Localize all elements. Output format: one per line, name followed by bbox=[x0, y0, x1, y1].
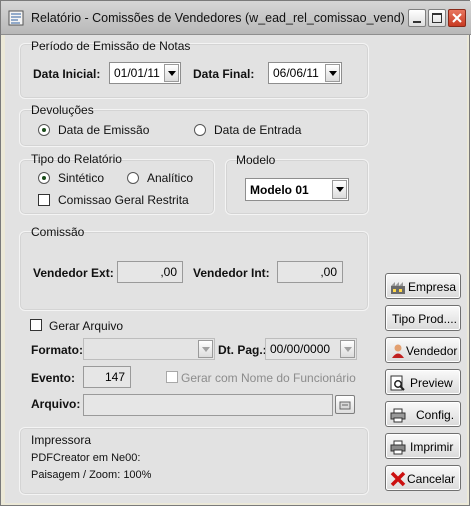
data-final-value: 06/06/11 bbox=[273, 66, 319, 80]
maximize-icon bbox=[432, 13, 442, 23]
impressora-heading: Impressora bbox=[31, 433, 92, 447]
printer-config-icon bbox=[390, 408, 406, 423]
printer-name: PDFCreator em Ne00: bbox=[31, 452, 141, 464]
comissao-heading: Comissão bbox=[31, 225, 85, 239]
red-x-icon bbox=[390, 471, 406, 487]
sintetico-label[interactable]: Sintético bbox=[58, 171, 104, 185]
radio-data-emissao[interactable] bbox=[38, 124, 50, 136]
browse-file-button[interactable] bbox=[335, 395, 355, 414]
minimize-icon bbox=[413, 21, 421, 23]
preview-label: Preview bbox=[410, 376, 453, 390]
devolucoes-heading: Devoluções bbox=[31, 103, 94, 117]
arquivo-label: Arquivo: bbox=[31, 397, 81, 411]
minimize-button[interactable] bbox=[408, 9, 426, 27]
evento-field[interactable]: 147 bbox=[83, 366, 131, 388]
radio-sintetico[interactable] bbox=[38, 172, 50, 184]
dt-pag-picker[interactable]: 00/00/0000 bbox=[265, 338, 357, 360]
vendedor-int-field[interactable]: ,00 bbox=[277, 261, 343, 283]
printer-icon bbox=[390, 440, 406, 455]
comissao-geral-label[interactable]: Comissao Geral Restrita bbox=[58, 193, 189, 207]
data-entrada-label[interactable]: Data de Entrada bbox=[214, 123, 301, 137]
imprimir-button[interactable]: Imprimir bbox=[385, 433, 461, 459]
periodo-heading: Período de Emissão de Notas bbox=[31, 39, 191, 53]
maximize-button[interactable] bbox=[428, 9, 446, 27]
formato-label: Formato: bbox=[31, 343, 83, 357]
close-button[interactable] bbox=[448, 9, 466, 27]
formato-select[interactable] bbox=[83, 338, 215, 360]
gerar-nome-checkbox[interactable] bbox=[166, 371, 178, 383]
arquivo-path-field[interactable] bbox=[83, 394, 333, 416]
vendedor-button[interactable]: Vendedor bbox=[385, 337, 461, 363]
data-inicial-value: 01/01/11 bbox=[114, 66, 160, 80]
vendedor-label: Vendedor bbox=[406, 344, 458, 358]
vendedor-ext-label: Vendedor Ext: bbox=[33, 266, 114, 280]
tipo-prod-button[interactable]: Tipo Prod.... bbox=[385, 305, 461, 331]
factory-icon bbox=[391, 282, 405, 294]
data-final-label: Data Final: bbox=[193, 67, 255, 81]
modelo-value: Modelo 01 bbox=[250, 183, 309, 197]
chevron-down-icon[interactable] bbox=[164, 64, 179, 82]
preview-button[interactable]: Preview bbox=[385, 369, 461, 395]
close-icon bbox=[452, 13, 462, 23]
data-inicial-picker[interactable]: 01/01/11 bbox=[109, 62, 181, 84]
vendedor-ext-field[interactable]: ,00 bbox=[117, 261, 183, 283]
analitico-label[interactable]: Analítico bbox=[147, 171, 193, 185]
chevron-down-icon[interactable] bbox=[198, 340, 213, 358]
dt-pag-label: Dt. Pag.: bbox=[218, 343, 267, 357]
window-title: Relatório - Comissões de Vendedores (w_e… bbox=[31, 11, 405, 25]
data-final-picker[interactable]: 06/06/11 bbox=[268, 62, 342, 84]
report-icon bbox=[8, 10, 24, 26]
chevron-down-icon[interactable] bbox=[325, 64, 340, 82]
imprimir-label: Imprimir bbox=[410, 440, 454, 454]
gerar-nome-label[interactable]: Gerar com Nome do Funcionário bbox=[181, 371, 356, 385]
config-label: Config. bbox=[416, 408, 455, 422]
modelo-select[interactable]: Modelo 01 bbox=[245, 178, 349, 201]
config-button[interactable]: Config. bbox=[385, 401, 461, 427]
empresa-button[interactable]: Empresa bbox=[385, 273, 461, 299]
dt-pag-value: 00/00/0000 bbox=[270, 342, 331, 356]
paisagem-zoom: Paisagem / Zoom: 100% bbox=[31, 469, 152, 481]
empresa-label: Empresa bbox=[408, 280, 457, 294]
folder-icon bbox=[339, 401, 351, 410]
report-window: Relatório - Comissões de Vendedores (w_e… bbox=[0, 0, 471, 506]
chevron-down-icon[interactable] bbox=[332, 180, 347, 199]
vendedor-int-label: Vendedor Int: bbox=[193, 266, 270, 280]
cancelar-button[interactable]: Cancelar bbox=[385, 465, 461, 491]
person-icon bbox=[392, 344, 404, 358]
dialog-body: Período de Emissão de Notas Data Inicial… bbox=[5, 35, 467, 503]
cancelar-label: Cancelar bbox=[407, 472, 456, 486]
evento-label: Evento: bbox=[31, 371, 76, 385]
gerar-arquivo-label[interactable]: Gerar Arquivo bbox=[49, 319, 123, 333]
chevron-down-icon[interactable] bbox=[340, 340, 355, 358]
tipo-relatorio-heading: Tipo do Relatório bbox=[31, 152, 122, 166]
data-emissao-label[interactable]: Data de Emissão bbox=[58, 123, 149, 137]
magnifier-document-icon bbox=[390, 375, 405, 391]
comissao-geral-checkbox[interactable] bbox=[38, 194, 50, 206]
modelo-heading: Modelo bbox=[236, 153, 276, 167]
data-inicial-label: Data Inicial: bbox=[33, 67, 101, 81]
radio-data-entrada[interactable] bbox=[194, 124, 206, 136]
tipo-prod-label: Tipo Prod.... bbox=[392, 312, 457, 326]
radio-analitico[interactable] bbox=[127, 172, 139, 184]
title-bar[interactable]: Relatório - Comissões de Vendedores (w_e… bbox=[1, 1, 471, 35]
gerar-arquivo-checkbox[interactable] bbox=[30, 319, 42, 331]
